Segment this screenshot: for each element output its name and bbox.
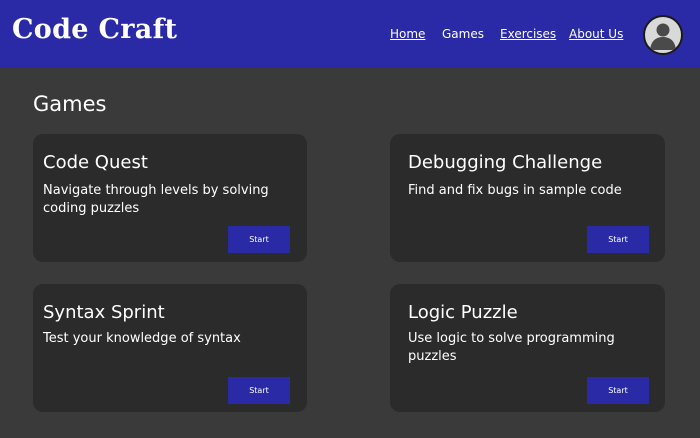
start-button[interactable]: Start — [228, 377, 290, 404]
game-card: Logic Puzzle Use logic to solve programm… — [390, 284, 665, 412]
game-card-title: Logic Puzzle — [408, 302, 518, 323]
game-card: Code Quest Navigate through levels by so… — [33, 134, 307, 262]
user-silhouette-icon — [650, 23, 676, 50]
game-card-description: Find and fix bugs in sample code — [408, 183, 622, 198]
nav-games[interactable]: Games — [442, 27, 484, 41]
game-card-title: Code Quest — [43, 152, 148, 173]
nav-exercises[interactable]: Exercises — [500, 27, 556, 41]
start-button[interactable]: Start — [228, 226, 290, 253]
nav-about-us[interactable]: About Us — [569, 27, 623, 41]
game-card: Debugging Challenge Find and fix bugs in… — [390, 134, 665, 262]
page-title: Games — [33, 92, 107, 116]
game-card-title: Debugging Challenge — [408, 152, 603, 173]
game-card: Syntax Sprint Test your knowledge of syn… — [33, 284, 307, 412]
game-card-title: Syntax Sprint — [43, 302, 165, 323]
start-button[interactable]: Start — [587, 226, 649, 253]
game-card-description: Navigate through levels by solving codin… — [43, 183, 269, 216]
start-button[interactable]: Start — [587, 377, 649, 404]
header-bar: Code Craft Home Games Exercises About Us — [0, 0, 700, 68]
site-logo[interactable]: Code Craft — [12, 14, 177, 45]
user-avatar-icon[interactable] — [643, 15, 683, 55]
game-card-description: Test your knowledge of syntax — [43, 331, 241, 346]
nav-home[interactable]: Home — [390, 27, 425, 41]
game-card-description: Use logic to solve programming puzzles — [408, 331, 615, 364]
